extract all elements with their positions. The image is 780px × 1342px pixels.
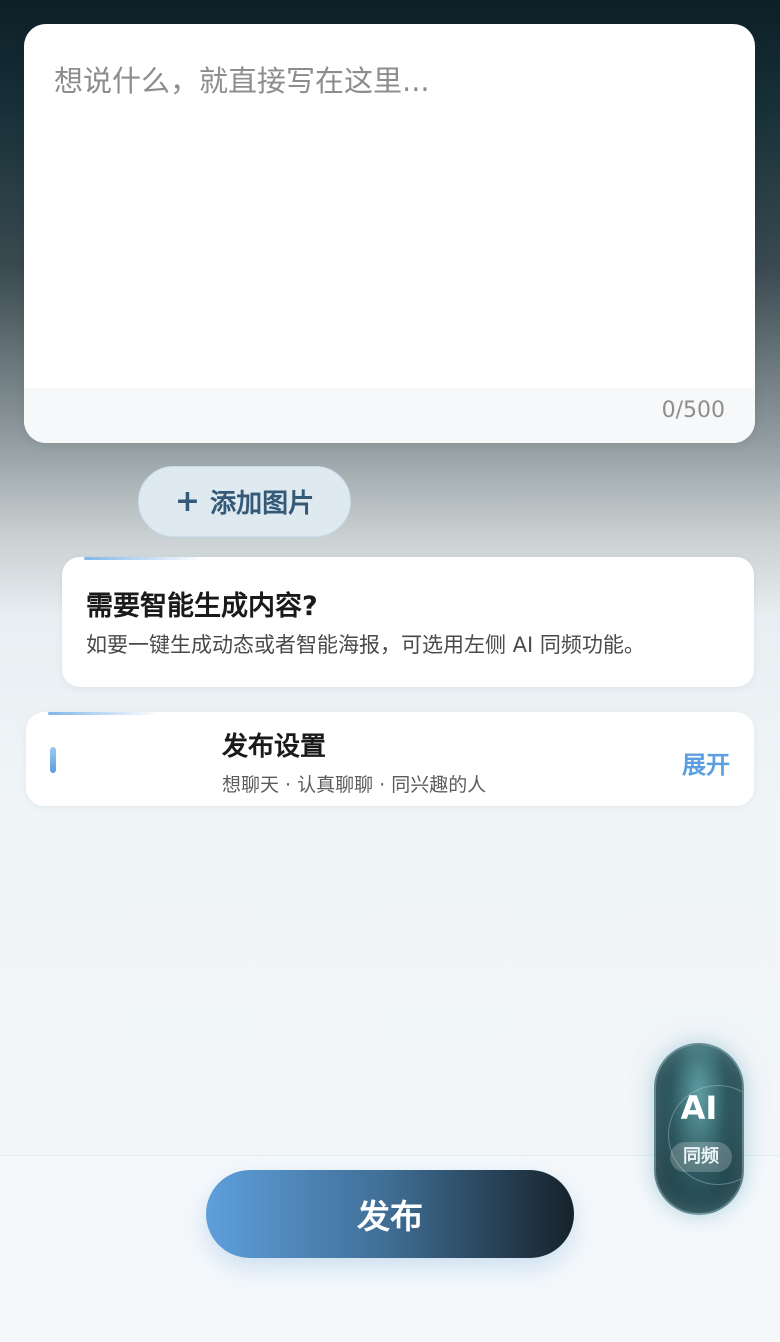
ai-hint-card: 需要智能生成内容? 如要一键生成动态或者智能海报，可选用左侧 AI 同频功能。 xyxy=(62,557,754,687)
publish-button[interactable]: 发布 xyxy=(206,1170,574,1258)
add-image-label: 添加图片 xyxy=(210,489,315,519)
composer-card: 0/500 xyxy=(24,24,755,443)
settings-indicator-icon xyxy=(50,747,56,773)
settings-accent-line xyxy=(48,712,158,715)
hint-title: 需要智能生成内容? xyxy=(86,591,318,622)
add-image-button[interactable]: + 添加图片 xyxy=(138,466,351,537)
settings-title: 发布设置 xyxy=(222,732,327,762)
expand-settings-button[interactable]: 展开 xyxy=(682,745,730,780)
counter-bar: 0/500 xyxy=(24,388,755,443)
plus-icon: + xyxy=(174,483,201,519)
char-counter: 0/500 xyxy=(661,398,725,423)
ai-sync-label: 同频 xyxy=(670,1142,732,1172)
hint-accent-line xyxy=(84,557,204,560)
post-content-input[interactable] xyxy=(24,24,755,388)
settings-summary: 想聊天 · 认真聊聊 · 同兴趣的人 xyxy=(222,774,487,796)
ai-label: AI xyxy=(680,1089,718,1127)
ai-sync-button[interactable]: AI 同频 xyxy=(654,1043,744,1215)
publish-settings-card[interactable]: 发布设置 想聊天 · 认真聊聊 · 同兴趣的人 展开 xyxy=(26,712,754,806)
hint-description: 如要一键生成动态或者智能海报，可选用左侧 AI 同频功能。 xyxy=(86,633,645,657)
